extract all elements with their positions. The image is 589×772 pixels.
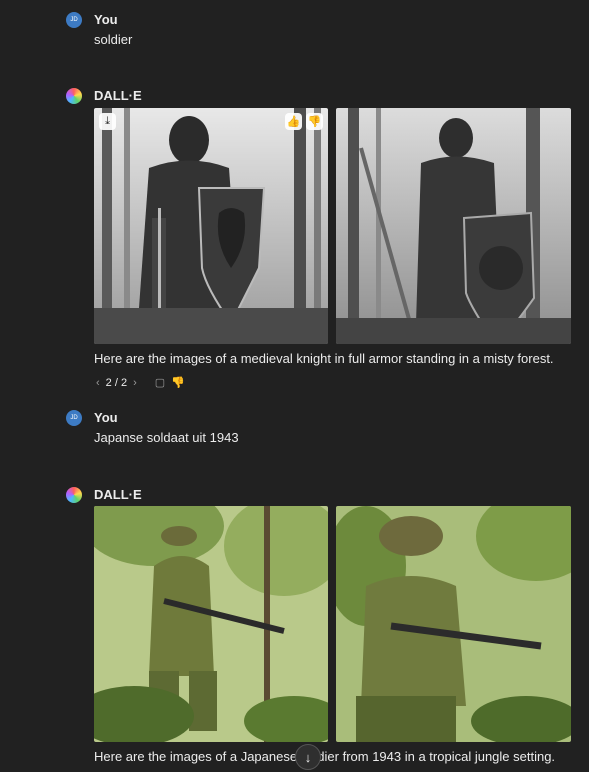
user-message-2: JD You Japanse soldaat uit 1943 (66, 410, 589, 450)
generated-image-knight-2[interactable] (336, 108, 571, 344)
thumbs-up-icon[interactable]: 👍 (285, 113, 302, 130)
generated-image-soldier-2[interactable] (336, 506, 571, 742)
arrow-down-icon: ↓ (304, 749, 312, 765)
thumbs-down-icon[interactable]: 👎 (306, 113, 323, 130)
message-text: soldier (94, 32, 133, 47)
image-caption: Here are the images of a Japanese soldie… (94, 749, 556, 764)
next-icon[interactable]: › (133, 377, 137, 389)
page-indicator: 2 / 2 (105, 376, 128, 389)
generated-image-soldier-1[interactable] (94, 506, 328, 742)
author-name: You (94, 12, 118, 27)
user-avatar: JD (66, 12, 82, 28)
dalle-avatar (66, 487, 82, 503)
scroll-down-button[interactable]: ↓ (295, 744, 321, 770)
thumbs-down-icon[interactable]: 👎 (171, 376, 185, 389)
dalle-avatar (66, 88, 82, 104)
author-name: You (94, 410, 118, 425)
author-name: DALL·E (94, 487, 142, 502)
copy-icon[interactable]: ▢ (155, 376, 165, 389)
image-caption: Here are the images of a medieval knight… (94, 351, 554, 366)
response-pager: ‹ 2 / 2 › ▢ 👎 (96, 376, 185, 390)
previous-icon[interactable]: ‹ (96, 377, 100, 389)
user-message-1: JD You soldier (66, 12, 589, 52)
generated-image-knight-1[interactable]: ⤓ 👍 👎 (94, 108, 328, 344)
message-text: Japanse soldaat uit 1943 (94, 430, 239, 445)
user-avatar: JD (66, 410, 82, 426)
author-name: DALL·E (94, 88, 142, 103)
download-icon[interactable]: ⤓ (99, 113, 116, 130)
